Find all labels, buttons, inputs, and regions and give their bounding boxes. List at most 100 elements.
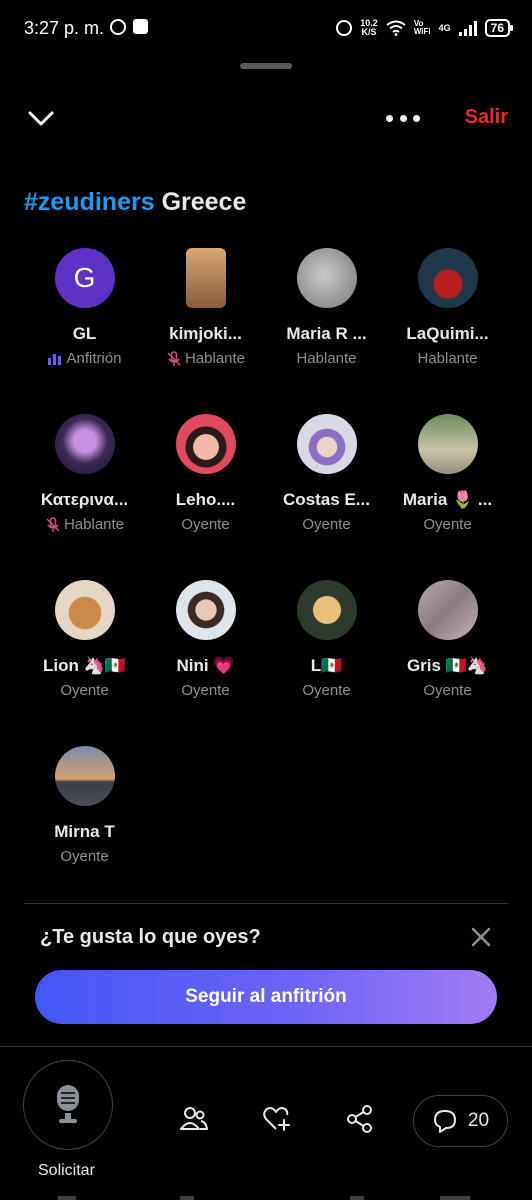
- avatar: [54, 414, 115, 474]
- space-title-rest: Greece: [161, 188, 247, 216]
- participant-role: Oyente: [181, 516, 229, 533]
- network-type: 4G: [438, 23, 451, 33]
- mic-muted-icon: [167, 350, 181, 366]
- avatar: [185, 248, 226, 308]
- participant-name: Maria 🌷 ...: [402, 490, 493, 509]
- participant-nini[interactable]: Nini 💗 Oyente: [145, 580, 266, 746]
- sheet-grab-handle[interactable]: [240, 63, 292, 69]
- more-options-icon[interactable]: [386, 106, 420, 130]
- avatar: [54, 580, 115, 640]
- participant-role-text: Oyente: [423, 682, 472, 699]
- participant-laquimi[interactable]: LaQuimi... Hablante: [387, 248, 508, 414]
- speaking-bars-icon: [48, 353, 62, 365]
- request-mic-button[interactable]: [23, 1060, 113, 1150]
- participant-role-text: Oyente: [181, 516, 230, 533]
- avatar: [417, 248, 478, 308]
- follow-prompt-question: ¿Te gusta lo que oyes?: [40, 926, 261, 948]
- participant-name: L🇲🇽: [310, 656, 343, 675]
- space-hashtag[interactable]: #zeudiners: [24, 188, 155, 216]
- avatar: [296, 248, 357, 308]
- exit-button[interactable]: Salir: [465, 106, 508, 129]
- participant-kimjoki[interactable]: kimjoki... Hablante: [145, 248, 266, 414]
- status-bar: 3:27 p. m. 10.2 K/S Vo WiFi 4G 76: [0, 0, 532, 58]
- avatar: [175, 414, 236, 474]
- participant-role: Anfitrión: [47, 350, 122, 367]
- participant-maria-r[interactable]: Maria R ... Hablante: [266, 248, 387, 414]
- avatar: [417, 414, 478, 474]
- participant-mirna[interactable]: Mirna T Oyente: [24, 746, 145, 912]
- participant-name: Costas E...: [283, 490, 370, 509]
- participant-name: Nini 💗: [176, 656, 235, 675]
- whatsapp-icon: [110, 19, 126, 35]
- participant-name: Maria R ...: [286, 324, 367, 343]
- chevron-down-icon[interactable]: [26, 106, 56, 130]
- participant-costas[interactable]: Costas E... Oyente: [266, 414, 387, 580]
- participant-gris[interactable]: Gris 🇲🇽🦄 Oyente: [387, 580, 508, 746]
- participant-role: Oyente: [302, 682, 350, 699]
- vowifi-bottom: WiFi: [413, 27, 431, 36]
- participant-role-text: Oyente: [423, 516, 472, 533]
- participant-role-text: Hablante: [184, 350, 246, 367]
- participant-name: Lion 🦄🇲🇽: [43, 656, 126, 675]
- participant-lion[interactable]: Lion 🦄🇲🇽 Oyente: [24, 580, 145, 746]
- request-label: Solicitar: [38, 1162, 95, 1179]
- wifi-icon: [386, 20, 406, 36]
- participant-role-text: Hablante: [296, 350, 357, 367]
- comments-button[interactable]: 20: [413, 1095, 508, 1147]
- participant-role: Hablante: [166, 350, 245, 367]
- participant-role: Hablante: [45, 516, 124, 533]
- participant-l[interactable]: L🇲🇽 Oyente: [266, 580, 387, 746]
- participant-name: Leho....: [175, 490, 236, 509]
- participant-role-text: Oyente: [60, 848, 109, 865]
- participant-katerina[interactable]: Κατερινα... Hablante: [24, 414, 145, 580]
- participant-name: kimjoki...: [169, 324, 242, 343]
- follow-host-button[interactable]: Seguir al anfitrión: [35, 970, 497, 1024]
- network-speed: 10.2 K/S: [360, 19, 378, 37]
- participant-gl[interactable]: G GL Anfitrión: [24, 248, 145, 414]
- participant-role: Oyente: [423, 516, 471, 533]
- heart-plus-icon[interactable]: [262, 1104, 292, 1134]
- signal-icon: [458, 20, 477, 36]
- avatar: [296, 580, 357, 640]
- notification-icon: [133, 19, 148, 34]
- close-icon[interactable]: [470, 926, 492, 948]
- avatar: [296, 414, 357, 474]
- battery-indicator: 76: [484, 19, 514, 37]
- alarm-icon: [336, 20, 353, 36]
- avatar: [175, 580, 236, 640]
- participant-name: Gris 🇲🇽🦄: [406, 656, 489, 675]
- participant-role: Oyente: [423, 682, 471, 699]
- avatar: [54, 746, 115, 806]
- share-icon[interactable]: [345, 1104, 375, 1134]
- mic-icon: [57, 1085, 79, 1123]
- divider: [24, 903, 508, 904]
- participant-name: LaQuimi...: [406, 324, 489, 343]
- avatar: [417, 580, 478, 640]
- space-title: #zeudiners Greece: [24, 188, 246, 217]
- participant-role-text: Hablante: [63, 516, 125, 533]
- participant-role-text: Oyente: [60, 682, 109, 699]
- participant-role-text: Oyente: [302, 516, 351, 533]
- participant-leho[interactable]: Leho.... Oyente: [145, 414, 266, 580]
- participant-role-text: Oyente: [302, 682, 351, 699]
- participant-name: Κατερινα...: [40, 490, 129, 509]
- participant-role-text: Anfitrión: [66, 350, 122, 367]
- status-indicators: 10.2 K/S Vo WiFi 4G 76: [336, 16, 514, 40]
- divider: [0, 1046, 532, 1047]
- people-icon[interactable]: [179, 1104, 209, 1134]
- status-time: 3:27 p. m.: [24, 18, 105, 38]
- avatar: G: [54, 248, 115, 308]
- partial-content-strip: [58, 1196, 470, 1200]
- avatar-initial: G: [73, 262, 96, 293]
- participants-grid: G GL Anfitrión kimjoki... Hablante Maria…: [24, 248, 508, 912]
- participant-name: Mirna T: [54, 822, 115, 841]
- participant-role: Oyente: [60, 848, 108, 865]
- participant-maria-tulip[interactable]: Maria 🌷 ... Oyente: [387, 414, 508, 580]
- mic-muted-icon: [46, 516, 60, 532]
- vowifi-indicator: Vo WiFi: [414, 20, 431, 36]
- network-speed-unit: K/S: [361, 27, 377, 37]
- participant-role: Hablante: [296, 350, 356, 367]
- participant-role-text: Hablante: [417, 350, 478, 367]
- comment-icon: [433, 1110, 456, 1133]
- participant-role: Hablante: [417, 350, 477, 367]
